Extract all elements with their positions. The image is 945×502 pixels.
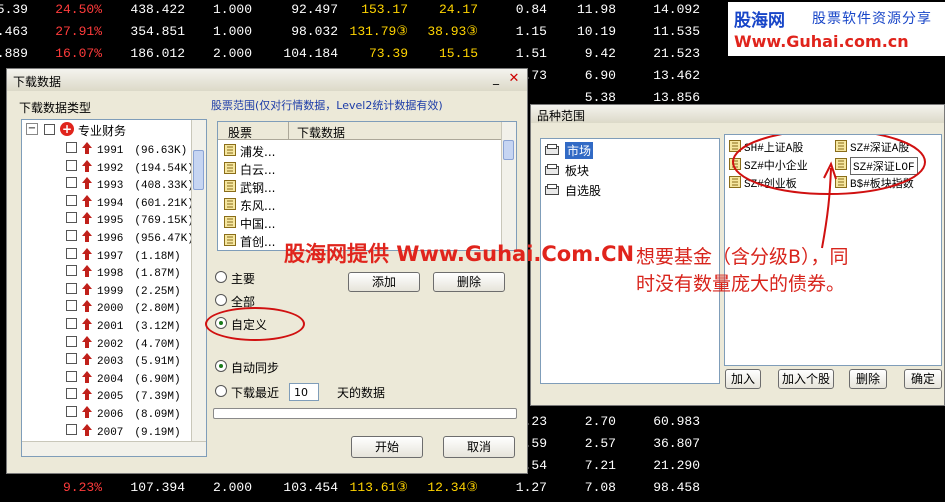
note-line-1: 想要基金（含分级B），同 <box>636 246 849 268</box>
annotation-note: 想要基金（含分级B），同 时没有数量庞大的债券。 <box>636 244 849 298</box>
watermark-text: 股海网提供 Www.Guhai.Com.CN <box>284 242 635 266</box>
note-line-2: 时没有数量庞大的债券。 <box>636 273 846 295</box>
